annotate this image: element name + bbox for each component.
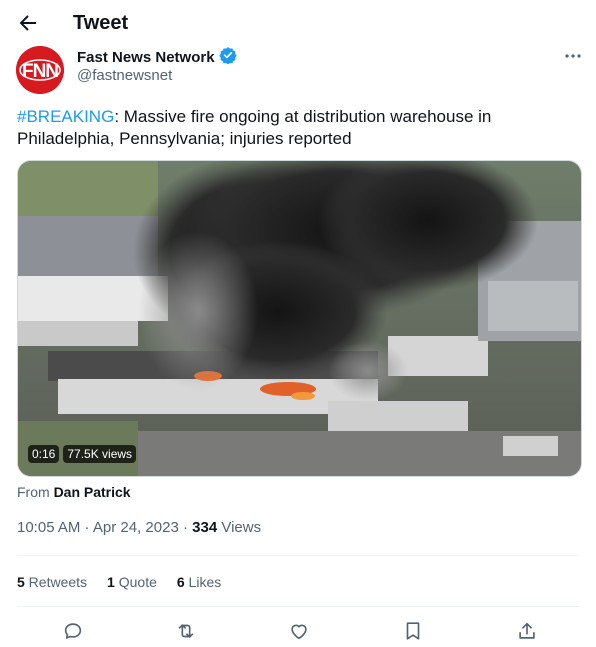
views-label: Views: [217, 519, 262, 536]
author-name[interactable]: Fast News Network: [77, 48, 215, 68]
video-thumbnail-image: [18, 161, 581, 476]
likes-count: 6: [176, 574, 185, 590]
quotes-label: Quote: [114, 574, 157, 590]
source-prefix: From: [17, 484, 50, 500]
more-options-icon[interactable]: [562, 46, 584, 66]
author-handle[interactable]: @fastnewsnet: [77, 66, 172, 86]
video-view-count: 77.5K views: [63, 445, 137, 463]
divider: [17, 555, 579, 556]
retweets-stat[interactable]: 5 Retweets: [17, 572, 87, 592]
hashtag-link[interactable]: #BREAKING: [17, 107, 114, 126]
source-name-link[interactable]: Dan Patrick: [54, 484, 131, 500]
quotes-stat[interactable]: 1 Quote: [107, 572, 157, 592]
back-arrow-icon[interactable]: [16, 11, 40, 35]
likes-stat[interactable]: 6 Likes: [177, 572, 221, 592]
retweets-count: 5: [17, 574, 25, 590]
tweet-video[interactable]: 0:16 77.5K views: [17, 160, 582, 477]
quotes-count: 1: [107, 574, 115, 590]
bookmark-icon[interactable]: [402, 620, 424, 642]
tweet-time[interactable]: 10:05 AM: [17, 519, 80, 536]
meta-separator: ·: [178, 519, 193, 536]
meta-separator: ·: [80, 519, 93, 536]
tweet-date[interactable]: Apr 24, 2023: [93, 519, 179, 536]
verified-badge-icon: [218, 46, 237, 70]
tweet-text: #BREAKING: Massive fire ongoing at distr…: [17, 106, 577, 150]
avatar-logo-text: FNN: [22, 61, 58, 82]
header-bar: Tweet: [0, 0, 596, 46]
source-attribution: From Dan Patrick: [17, 483, 131, 501]
avatar[interactable]: FNN: [16, 46, 64, 94]
likes-label: Likes: [184, 574, 222, 590]
video-duration: 0:16: [28, 445, 60, 463]
like-icon[interactable]: [288, 620, 310, 642]
retweets-label: Retweets: [24, 574, 88, 590]
views-count: 334: [192, 519, 218, 536]
divider: [17, 606, 579, 607]
engagement-stats: 5 Retweets 1 Quote 6 Likes: [17, 572, 221, 592]
video-badges: 0:16 77.5K views: [28, 445, 137, 463]
tweet-meta: 10:05 AM · Apr 24, 2023 · 334 Views: [17, 518, 261, 538]
retweet-icon[interactable]: [175, 620, 197, 642]
reply-icon[interactable]: [62, 620, 84, 642]
share-icon[interactable]: [516, 620, 538, 642]
page-title: Tweet: [73, 12, 129, 34]
